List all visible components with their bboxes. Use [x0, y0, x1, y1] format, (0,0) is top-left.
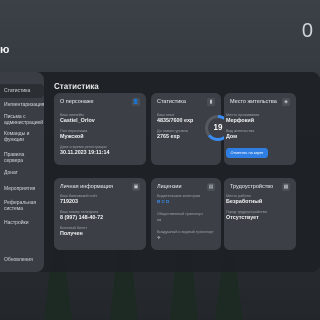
- card-licenses-title: Лицензии: [157, 184, 182, 190]
- exp-label: Ваш опыт: [157, 113, 175, 117]
- nick-value: Castiel_Orlov: [60, 118, 95, 124]
- card-stats: Статистика ▮ Ваш опыт 4835/7600 exp До н…: [151, 93, 231, 165]
- mark-on-map-button[interactable]: Отметить на карте: [226, 148, 268, 158]
- phone-label: Ваш номер телефона: [60, 210, 99, 214]
- card-job-title: Трудоустройство: [230, 184, 274, 190]
- briefcase-icon: ▦: [282, 183, 290, 191]
- map-icon: ◈: [282, 98, 290, 106]
- work-value: Безработный: [226, 199, 263, 205]
- reg-label: Дата и время регистрации: [60, 145, 107, 149]
- fraction-label: Город трудоустройства: [226, 210, 267, 214]
- card-personal: Личная информация ▣ Ваш банковский счёт …: [54, 178, 146, 250]
- work-label: Место работы: [226, 194, 251, 198]
- place-value: Мерфокий: [226, 118, 255, 124]
- next-label: До нового уровня: [157, 129, 188, 133]
- chart-icon: ▮: [207, 98, 215, 106]
- reg-value: 30.11.2023 19:11:14: [60, 150, 110, 156]
- bank-value: 719203: [60, 199, 78, 205]
- license-icon: ▤: [207, 183, 215, 191]
- military-value: Получен: [60, 231, 83, 237]
- card-job: Трудоустройство ▦ Место работы Безработн…: [224, 178, 296, 250]
- sex-label: Пол персонажа: [60, 129, 88, 133]
- military-label: Военный билет: [60, 226, 88, 230]
- user-icon: 👤: [132, 98, 140, 106]
- categories-label: Водительские категории: [157, 194, 200, 198]
- fraction-value: Отсутствует: [226, 215, 259, 221]
- card-licenses: Лицензии ▤ Водительские категории B C D …: [151, 178, 221, 250]
- transport-label: Общественный транспорт: [157, 212, 204, 216]
- categories-value: B C D: [157, 199, 170, 204]
- card-stats-title: Статистика: [157, 99, 186, 105]
- type-label: Вид жительства: [226, 129, 255, 133]
- id-card-icon: ▣: [132, 183, 140, 191]
- brand-title: ю: [0, 44, 10, 56]
- plane-icon: ✈: [157, 235, 161, 240]
- phone-value: 8 (997) 148-40-72: [60, 215, 104, 221]
- next-value: 2765 exp: [157, 134, 180, 140]
- sex-value: Мужской: [60, 134, 84, 140]
- place-label: Место проживания: [226, 113, 260, 117]
- sidebar-item-stats[interactable]: Статистика: [0, 84, 44, 98]
- type-value: Дом: [226, 134, 238, 140]
- bank-label: Ваш банковский счёт: [60, 194, 98, 198]
- card-personal-title: Личная информация: [60, 184, 113, 190]
- exp-value: 4835/7600 exp: [157, 118, 194, 124]
- bus-icon: ▭: [157, 217, 162, 222]
- card-residence-title: Место жительства: [230, 99, 277, 105]
- top-right-counter: 0: [301, 20, 314, 42]
- air-transport-label: Воздушный и водный транспорт: [157, 230, 214, 234]
- card-about: О персонаже 👤 Ваш никнейм Castiel_Orlov …: [54, 93, 146, 165]
- nick-label: Ваш никнейм: [60, 113, 84, 117]
- page-title: Статистика: [54, 82, 99, 91]
- card-about-title: О персонаже: [60, 99, 94, 105]
